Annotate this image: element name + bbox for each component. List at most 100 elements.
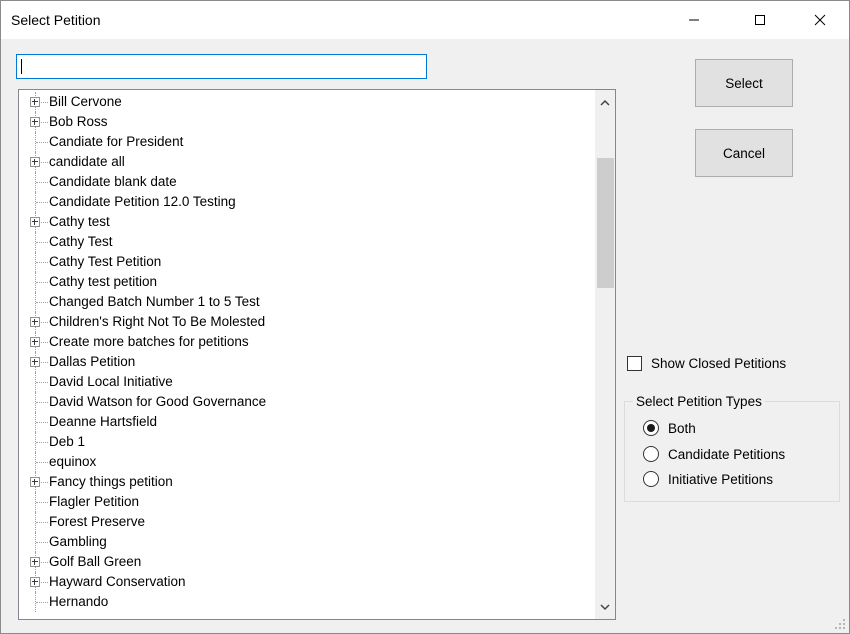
close-icon xyxy=(814,14,826,26)
expand-plus-icon[interactable] xyxy=(30,217,40,227)
maximize-button[interactable] xyxy=(737,1,783,39)
select-petition-window: Select Petition Bill Cervone Bob Ross Cand… xyxy=(0,0,850,634)
tree-item[interactable]: Flagler Petition xyxy=(19,492,595,512)
tree-item[interactable]: Gambling xyxy=(19,532,595,552)
expand-plus-icon[interactable] xyxy=(30,357,40,367)
expand-plus-icon[interactable] xyxy=(30,557,40,567)
tree-item-label: Changed Batch Number 1 to 5 Test xyxy=(49,294,260,309)
tree-item[interactable]: Create more batches for petitions xyxy=(19,332,595,352)
window-title: Select Petition xyxy=(11,12,101,28)
expand-plus-icon[interactable] xyxy=(30,337,40,347)
tree-item-label: Cathy Test Petition xyxy=(49,254,162,269)
radio-initiative[interactable] xyxy=(643,471,659,487)
tree-item-label: Children's Right Not To Be Molested xyxy=(49,314,266,329)
tree-item-label: Candidate blank date xyxy=(49,174,177,189)
text-caret xyxy=(21,59,22,74)
tree-item-label: Hernando xyxy=(49,594,109,609)
tree-item-label: Golf Ball Green xyxy=(49,554,142,569)
tree-item[interactable]: Bob Ross xyxy=(19,112,595,132)
tree-item-label: Hayward Conservation xyxy=(49,574,186,589)
tree-item[interactable]: Dallas Petition xyxy=(19,352,595,372)
tree-connector xyxy=(36,262,48,263)
expand-plus-icon[interactable] xyxy=(30,157,40,167)
tree-item[interactable]: David Watson for Good Governance xyxy=(19,392,595,412)
close-button[interactable] xyxy=(797,1,843,39)
tree-item[interactable]: David Local Initiative xyxy=(19,372,595,392)
tree-item-label: Flagler Petition xyxy=(49,494,140,509)
minimize-icon xyxy=(689,19,699,21)
radio-initiative-label: Initiative Petitions xyxy=(668,472,774,487)
tree-item[interactable]: Bill Cervone xyxy=(19,92,595,112)
tree-item[interactable]: Changed Batch Number 1 to 5 Test xyxy=(19,292,595,312)
tree-item-label: Cathy Test xyxy=(49,234,113,249)
radio-candidate-label: Candidate Petitions xyxy=(668,447,786,462)
minimize-button[interactable] xyxy=(671,1,717,39)
tree-item[interactable]: equinox xyxy=(19,452,595,472)
tree-item[interactable]: Fancy things petition xyxy=(19,472,595,492)
tree-item[interactable]: Deb 1 xyxy=(19,432,595,452)
tree-item-label: Fancy things petition xyxy=(49,474,173,489)
tree-item[interactable]: Candiate for President xyxy=(19,132,595,152)
scroll-thumb[interactable] xyxy=(597,158,614,288)
cancel-button[interactable]: Cancel xyxy=(695,129,793,177)
radio-both-label: Both xyxy=(668,421,696,436)
tree-connector xyxy=(36,382,48,383)
search-input[interactable] xyxy=(16,54,427,79)
scroll-down-button[interactable] xyxy=(595,595,615,619)
tree-item[interactable]: Deanne Hartsfield xyxy=(19,412,595,432)
tree-item-label: Candiate for President xyxy=(49,134,184,149)
radio-both[interactable] xyxy=(643,420,659,436)
tree-item-label: Bill Cervone xyxy=(49,94,122,109)
tree-connector xyxy=(36,602,48,603)
tree-item[interactable]: Cathy Test Petition xyxy=(19,252,595,272)
tree-connector xyxy=(36,542,48,543)
tree-item[interactable]: Candidate Petition 12.0 Testing xyxy=(19,192,595,212)
tree-connector xyxy=(36,182,48,183)
petition-tree-list: Bill Cervone Bob Ross Candiate for Preside… xyxy=(19,92,595,612)
tree-item[interactable]: Hayward Conservation xyxy=(19,572,595,592)
tree-item-label: Forest Preserve xyxy=(49,514,146,529)
tree-connector xyxy=(36,442,48,443)
tree-item-label: David Watson for Good Governance xyxy=(49,394,267,409)
tree-item[interactable]: Candidate blank date xyxy=(19,172,595,192)
tree-connector xyxy=(36,242,48,243)
tree-item-label: Cathy test xyxy=(49,214,110,229)
tree-item[interactable]: Children's Right Not To Be Molested xyxy=(19,312,595,332)
petition-types-legend: Select Petition Types xyxy=(633,394,765,409)
tree-connector xyxy=(36,302,48,303)
tree-item-label: Deb 1 xyxy=(49,434,86,449)
show-closed-label: Show Closed Petitions xyxy=(651,356,787,371)
show-closed-checkbox[interactable] xyxy=(627,356,642,371)
tree-item[interactable]: Golf Ball Green xyxy=(19,552,595,572)
petition-tree[interactable]: Bill Cervone Bob Ross Candiate for Preside… xyxy=(18,89,616,620)
tree-item[interactable]: Forest Preserve xyxy=(19,512,595,532)
tree-item[interactable]: Cathy test petition xyxy=(19,272,595,292)
tree-item-label: equinox xyxy=(49,454,97,469)
tree-item-label: Dallas Petition xyxy=(49,354,136,369)
scroll-up-button[interactable] xyxy=(595,90,615,114)
chevron-down-icon xyxy=(600,603,610,610)
tree-connector xyxy=(36,282,48,283)
tree-connector xyxy=(36,142,48,143)
tree-connector xyxy=(36,422,48,423)
tree-item-label: Candidate Petition 12.0 Testing xyxy=(49,194,236,209)
tree-item-label: Bob Ross xyxy=(49,114,108,129)
tree-connector xyxy=(36,202,48,203)
tree-item-label: Create more batches for petitions xyxy=(49,334,249,349)
tree-item[interactable]: Cathy test xyxy=(19,212,595,232)
expand-plus-icon[interactable] xyxy=(30,477,40,487)
expand-plus-icon[interactable] xyxy=(30,317,40,327)
tree-item-label: David Local Initiative xyxy=(49,374,173,389)
tree-item[interactable]: Hernando xyxy=(19,592,595,612)
radio-candidate[interactable] xyxy=(643,446,659,462)
resize-grip-icon[interactable] xyxy=(831,615,847,631)
expand-plus-icon[interactable] xyxy=(30,97,40,107)
expand-plus-icon[interactable] xyxy=(30,117,40,127)
select-button[interactable]: Select xyxy=(695,59,793,107)
title-bar[interactable]: Select Petition xyxy=(1,1,849,39)
tree-item[interactable]: candidate all xyxy=(19,152,595,172)
tree-scrollbar[interactable] xyxy=(595,90,615,619)
tree-item[interactable]: Cathy Test xyxy=(19,232,595,252)
tree-connector xyxy=(36,522,48,523)
expand-plus-icon[interactable] xyxy=(30,577,40,587)
